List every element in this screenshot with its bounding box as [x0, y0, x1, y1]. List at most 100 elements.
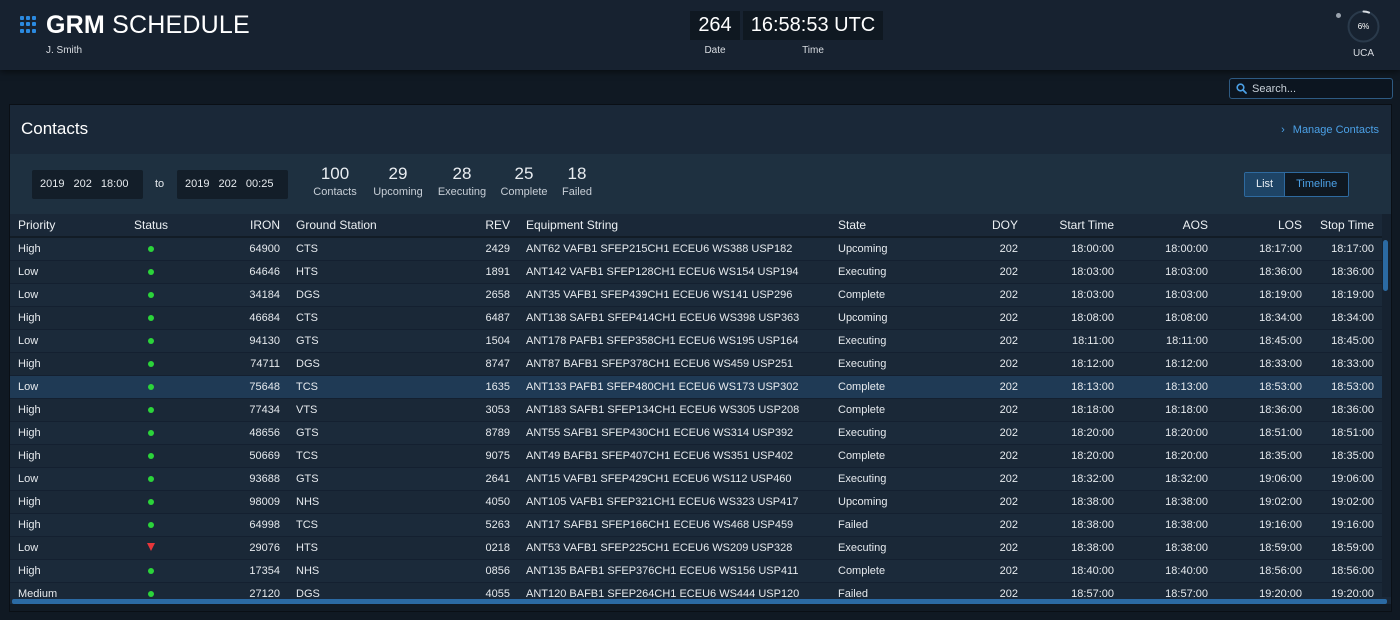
cell-rev: 5263	[418, 513, 518, 537]
uca-label: UCA	[1352, 48, 1375, 59]
table-row[interactable]: Low 34184 DGS 2658 ANT35 VAFB1 SFEP439CH1 EC…	[10, 283, 1382, 307]
col-header-priority[interactable]: Priority	[10, 214, 106, 238]
cell-stop-time: 18:35:00	[1310, 444, 1382, 468]
status-error-icon	[147, 542, 155, 551]
cell-ground-station: GTS	[288, 467, 418, 491]
cell-status	[106, 375, 196, 399]
cell-equipment: ANT133 PAFB1 SFEP480CH1 ECEU6 WS173 USP3…	[518, 375, 830, 399]
cell-state: Failed	[830, 513, 930, 537]
cell-state: Upcoming	[830, 306, 930, 330]
table-row[interactable]: Low 29076 HTS 0218 ANT53 VAFB1 SFEP225CH1 EC…	[10, 536, 1382, 560]
manage-contacts-link[interactable]: › Manage Contacts	[1281, 124, 1379, 136]
status-ok-icon	[148, 429, 154, 436]
cell-stop-time: 18:45:00	[1310, 329, 1382, 353]
cell-equipment: ANT105 VAFB1 SFEP321CH1 ECEU6 WS323 USP4…	[518, 490, 830, 514]
col-header-aos[interactable]: AOS	[1122, 214, 1216, 238]
status-ok-icon	[148, 291, 154, 298]
table-row[interactable]: Low 94130 GTS 1504 ANT178 PAFB1 SFEP358CH1 E…	[10, 329, 1382, 353]
cell-iron: 50669	[196, 444, 288, 468]
cell-rev: 9075	[418, 444, 518, 468]
cell-doy: 202	[930, 467, 1026, 491]
cell-state: Complete	[830, 559, 930, 583]
cell-equipment: ANT55 SAFB1 SFEP430CH1 ECEU6 WS314 USP39…	[518, 421, 830, 445]
stat-value: 28	[452, 164, 472, 183]
cell-stop-time: 18:36:00	[1310, 398, 1382, 422]
table-row[interactable]: Medium 27120 DGS 4055 ANT120 BAFB1 SFEP264CH…	[10, 582, 1382, 597]
cell-stop-time: 18:19:00	[1310, 283, 1382, 307]
cell-equipment: ANT178 PAFB1 SFEP358CH1 ECEU6 WS195 USP1…	[518, 329, 830, 353]
range-from-field[interactable]: 2019 202 18:00	[32, 170, 143, 199]
stat-label: Executing	[437, 186, 487, 198]
table-row[interactable]: Low 93688 GTS 2641 ANT15 VAFB1 SFEP429CH1 EC…	[10, 467, 1382, 491]
cell-doy: 202	[930, 444, 1026, 468]
cell-ground-station: TCS	[288, 513, 418, 537]
cell-los: 18:53:00	[1216, 375, 1310, 399]
cell-los: 18:51:00	[1216, 421, 1310, 445]
table-row[interactable]: High 17354 NHS 0856 ANT135 BAFB1 SFEP376CH1 …	[10, 559, 1382, 583]
table-row[interactable]: High 46684 CTS 6487 ANT138 SAFB1 SFEP414CH1 …	[10, 306, 1382, 330]
cell-doy: 202	[930, 559, 1026, 583]
col-header-iron[interactable]: IRON	[196, 214, 288, 238]
stat-value: 25	[514, 164, 534, 183]
vertical-scrollbar-thumb[interactable]	[1383, 240, 1388, 291]
user-name: J. Smith	[46, 45, 83, 56]
cell-doy: 202	[930, 490, 1026, 514]
cell-status	[106, 283, 196, 307]
cell-priority: Low	[10, 375, 106, 399]
cell-aos: 18:18:00	[1122, 398, 1216, 422]
app-grid-icon[interactable]	[20, 16, 37, 33]
cell-iron: 64900	[196, 237, 288, 261]
view-list-button[interactable]: List	[1245, 173, 1286, 196]
cell-priority: Low	[10, 467, 106, 491]
cell-iron: 75648	[196, 375, 288, 399]
cell-ground-station: VTS	[288, 398, 418, 422]
search-input[interactable]	[1252, 79, 1390, 98]
cell-equipment: ANT135 BAFB1 SFEP376CH1 ECEU6 WS156 USP4…	[518, 559, 830, 583]
col-header-status[interactable]: Status	[106, 214, 196, 238]
table-row[interactable]: High 77434 VTS 3053 ANT183 SAFB1 SFEP134CH1 …	[10, 398, 1382, 422]
cell-status	[106, 260, 196, 284]
table-row[interactable]: Low 75648 TCS 1635 ANT133 PAFB1 SFEP480CH1 E…	[10, 375, 1382, 399]
cell-rev: 1635	[418, 375, 518, 399]
cell-equipment: ANT87 BAFB1 SFEP378CH1 ECEU6 WS459 USP25…	[518, 352, 830, 376]
cell-aos: 18:40:00	[1122, 559, 1216, 583]
cell-iron: 29076	[196, 536, 288, 560]
col-header-stop-time[interactable]: Stop Time	[1310, 214, 1382, 238]
clock-doy: 264	[690, 11, 740, 40]
table-row[interactable]: High 48656 GTS 8789 ANT55 SAFB1 SFEP430CH1 E…	[10, 421, 1382, 445]
stat-value: 18	[567, 164, 587, 183]
search-box[interactable]	[1229, 78, 1393, 99]
col-header-doy[interactable]: DOY	[930, 214, 1026, 238]
cell-stop-time: 18:51:00	[1310, 421, 1382, 445]
cell-state: Complete	[830, 283, 930, 307]
cell-aos: 18:32:00	[1122, 467, 1216, 491]
table-row[interactable]: High 98009 NHS 4050 ANT105 VAFB1 SFEP321CH1 …	[10, 490, 1382, 514]
range-separator: to	[155, 178, 165, 190]
cell-start-time: 18:38:00	[1026, 490, 1122, 514]
view-timeline-button[interactable]: Timeline	[1285, 173, 1349, 196]
cell-aos: 18:38:00	[1122, 536, 1216, 560]
col-header-rev[interactable]: REV	[418, 214, 518, 238]
table-row[interactable]: High 64900 CTS 2429 ANT62 VAFB1 SFEP215CH1 E…	[10, 237, 1382, 261]
cell-priority: High	[10, 490, 106, 514]
table-row[interactable]: High 50669 TCS 9075 ANT49 BAFB1 SFEP407CH1 E…	[10, 444, 1382, 468]
stat-value: 29	[388, 164, 408, 183]
cell-equipment: ANT138 SAFB1 SFEP414CH1 ECEU6 WS398 USP3…	[518, 306, 830, 330]
contacts-table-wrapper: Priority Status IRON Ground Station REV …	[10, 214, 1382, 597]
col-header-ground-station[interactable]: Ground Station	[288, 214, 418, 238]
table-row[interactable]: High 64998 TCS 5263 ANT17 SAFB1 SFEP166CH1 E…	[10, 513, 1382, 537]
table-row[interactable]: Low 64646 HTS 1891 ANT142 VAFB1 SFEP128CH1 E…	[10, 260, 1382, 284]
col-header-los[interactable]: LOS	[1216, 214, 1310, 238]
col-header-state[interactable]: State	[830, 214, 930, 238]
cell-los: 18:19:00	[1216, 283, 1310, 307]
range-to-field[interactable]: 2019 202 00:25	[177, 170, 288, 199]
col-header-start-time[interactable]: Start Time	[1026, 214, 1122, 238]
table-row[interactable]: High 74711 DGS 8747 ANT87 BAFB1 SFEP378CH1 E…	[10, 352, 1382, 376]
cell-priority: Low	[10, 536, 106, 560]
col-header-equipment[interactable]: Equipment String	[518, 214, 830, 238]
status-ok-icon	[148, 314, 154, 321]
cell-stop-time: 18:59:00	[1310, 536, 1382, 560]
cell-stop-time: 18:33:00	[1310, 352, 1382, 376]
cell-aos: 18:08:00	[1122, 306, 1216, 330]
cell-doy: 202	[930, 329, 1026, 353]
